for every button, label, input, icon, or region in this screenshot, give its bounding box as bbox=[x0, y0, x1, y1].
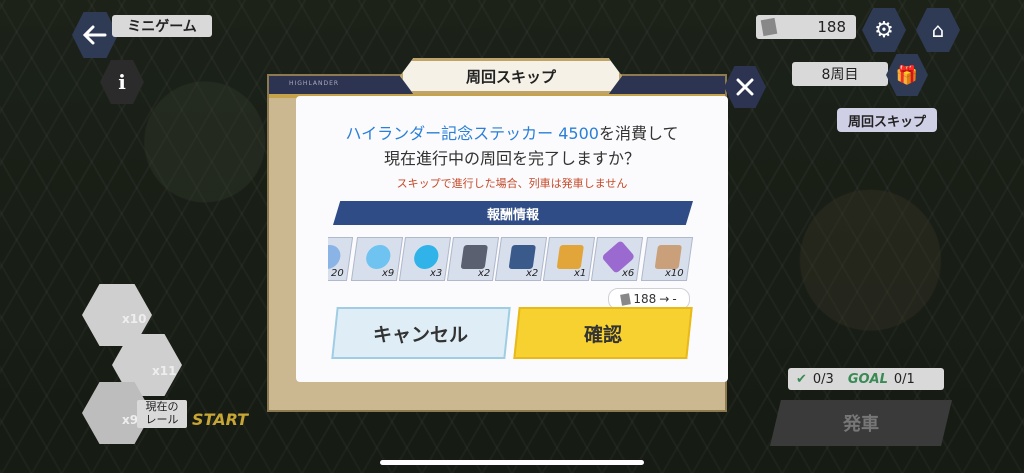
reward-item[interactable]: x3 bbox=[398, 237, 452, 281]
arrow-left-icon bbox=[83, 25, 107, 45]
reward-info-header: 報酬情報 bbox=[333, 201, 693, 225]
reward-count: x3 bbox=[429, 268, 442, 279]
modal-title: 周回スキップ bbox=[400, 58, 622, 94]
home-icon: ⌂ bbox=[931, 18, 945, 42]
cancel-button[interactable]: キャンセル bbox=[331, 307, 511, 359]
reward-count: x2 bbox=[477, 268, 490, 279]
sticker-currency: 188 bbox=[756, 15, 856, 39]
checkmark-shield-icon: ✔ bbox=[796, 371, 807, 387]
gift-icon: 🎁 bbox=[895, 64, 919, 86]
reward-count: x1 bbox=[573, 268, 586, 279]
goal-label: GOAL bbox=[847, 371, 888, 387]
lap-skip-button[interactable]: 周回スキップ bbox=[837, 108, 937, 132]
message-suffix: を消費して bbox=[598, 124, 679, 143]
gear-icon: ⚙ bbox=[874, 17, 894, 43]
reward-count: x2 bbox=[525, 268, 538, 279]
reward-icon bbox=[328, 245, 342, 269]
reward-icon bbox=[508, 245, 536, 269]
goal-right-count: 0/1 bbox=[893, 371, 915, 387]
reward-icon bbox=[460, 245, 488, 269]
reward-icon bbox=[654, 245, 682, 269]
sticker-icon bbox=[760, 17, 778, 37]
confirm-message-line2: 現在進行中の周回を完了しますか？ bbox=[383, 149, 640, 168]
lap-counter: 8周目 bbox=[792, 62, 888, 86]
reward-item[interactable]: x10 bbox=[640, 237, 694, 281]
arrow-right-icon: → bbox=[659, 292, 670, 306]
reward-item[interactable]: 20 bbox=[328, 237, 354, 281]
goal-left-count: 0/3 bbox=[812, 371, 834, 387]
rail-count: x11 bbox=[152, 364, 177, 378]
reward-item[interactable]: x1 bbox=[542, 237, 596, 281]
info-icon: i bbox=[118, 70, 126, 94]
reward-count: x6 bbox=[621, 268, 634, 279]
home-indicator[interactable] bbox=[380, 460, 644, 465]
goal-progress: ✔ 0/3 GOAL 0/1 bbox=[788, 368, 944, 390]
reward-count: 20 bbox=[331, 268, 344, 279]
confirm-button[interactable]: 確認 bbox=[513, 307, 693, 359]
reward-icon bbox=[412, 245, 440, 269]
reward-item[interactable]: x9 bbox=[350, 237, 404, 281]
sticker-cost-text: ハイランダー記念ステッカー 4500 bbox=[345, 124, 599, 143]
modal-brand: HIGHLANDER bbox=[289, 80, 340, 87]
reward-item[interactable]: x2 bbox=[494, 237, 548, 281]
reward-count: x9 bbox=[381, 268, 394, 279]
reward-count: x10 bbox=[665, 268, 684, 279]
cost-from: 188 bbox=[633, 292, 657, 306]
sticker-icon bbox=[620, 292, 632, 306]
reward-icon bbox=[556, 245, 584, 269]
reward-item[interactable]: x2 bbox=[446, 237, 500, 281]
page-title: ミニゲーム bbox=[112, 15, 212, 37]
close-icon bbox=[736, 78, 754, 96]
cancel-label: キャンセル bbox=[373, 323, 469, 346]
confirm-message-line1: ハイランダー記念ステッカー 4500を消費して bbox=[296, 120, 728, 144]
depart-button[interactable]: 発車 bbox=[770, 400, 952, 446]
currency-amount: 188 bbox=[817, 18, 846, 36]
reward-icon bbox=[364, 245, 392, 269]
current-rail-text: 現在の レール bbox=[145, 400, 179, 426]
reward-list: 20 x9 x3 x2 x2 x1 x6 x10 bbox=[328, 237, 702, 283]
rail-count: x10 bbox=[122, 312, 147, 326]
reward-item[interactable]: x6 bbox=[590, 237, 644, 281]
start-label: START bbox=[192, 410, 249, 429]
current-rail-label: 現在の レール bbox=[137, 400, 187, 428]
rail-count: x9 bbox=[122, 413, 139, 427]
warning-text: スキップで進行した場合、列車は発車しません bbox=[396, 177, 628, 190]
confirm-label: 確認 bbox=[583, 323, 622, 346]
cost-to: - bbox=[672, 292, 677, 306]
